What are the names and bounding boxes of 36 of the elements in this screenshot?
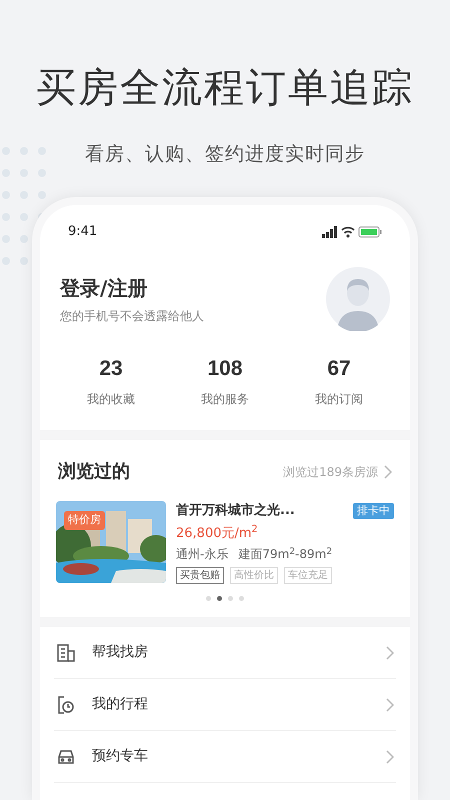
chevron-right-icon — [384, 464, 392, 478]
menu-item[interactable]: 帮我找房 — [54, 627, 396, 679]
clock-icon — [56, 694, 76, 714]
section-title: 浏览过的 — [58, 460, 130, 484]
discount-badge: 特价房 — [64, 511, 105, 530]
chevron-right-icon — [386, 646, 394, 660]
stat-value[interactable]: 23 — [99, 352, 123, 384]
listing-location: 通州-永乐 — [176, 546, 228, 563]
login-title[interactable]: 登录/注册 — [60, 272, 204, 302]
headline: 买房全流程订单追踪 — [36, 64, 414, 113]
avatar-icon[interactable] — [326, 266, 390, 330]
menu-label: 我的行程 — [92, 695, 149, 714]
chevron-right-icon — [386, 698, 394, 712]
menu-item[interactable]: 我的行程 — [54, 679, 396, 731]
stat-value[interactable]: 67 — [327, 352, 351, 384]
building-icon — [56, 642, 76, 662]
stat-label[interactable]: 我的订阅 — [315, 390, 363, 408]
stat-value[interactable]: 108 — [207, 352, 243, 384]
feature-tag: 高性价比 — [230, 567, 278, 584]
chevron-right-icon — [386, 750, 394, 764]
menu-item[interactable]: 预约专车 — [54, 731, 396, 783]
privacy-note: 您的手机号不会透露给他人 — [60, 308, 204, 324]
status-icons-drawing — [322, 226, 382, 238]
listing-price: 26,800元/m$^{2}$ — [176, 524, 259, 542]
subtitle: 看房、认购、签约进度实时同步 — [85, 142, 365, 167]
listing-name: 首开万科城市之光... — [176, 502, 295, 520]
listing-area: 建面79m$^{2}$-89m$^{2}$ — [238, 545, 332, 563]
status-time: 9:41 — [68, 222, 98, 241]
feature-tag: 车位充足 — [284, 567, 332, 584]
status-tag: 排卡中 — [353, 502, 394, 519]
menu-label: 帮我找房 — [92, 643, 149, 662]
listing-card[interactable]: 特价房 首开万科城市之光... 排卡中 26,800元/m$^{2}$ 通州-永乐 建面79m$^{2}$-89m$^{2}$ 买贵包赔 高性价比 车位充足 — [54, 501, 396, 584]
feature-tag: 买贵包赔 — [176, 567, 224, 584]
menu-label: 预约专车 — [92, 747, 149, 766]
stat-label[interactable]: 我的服务 — [201, 390, 249, 408]
stat-label[interactable]: 我的收藏 — [87, 390, 135, 408]
